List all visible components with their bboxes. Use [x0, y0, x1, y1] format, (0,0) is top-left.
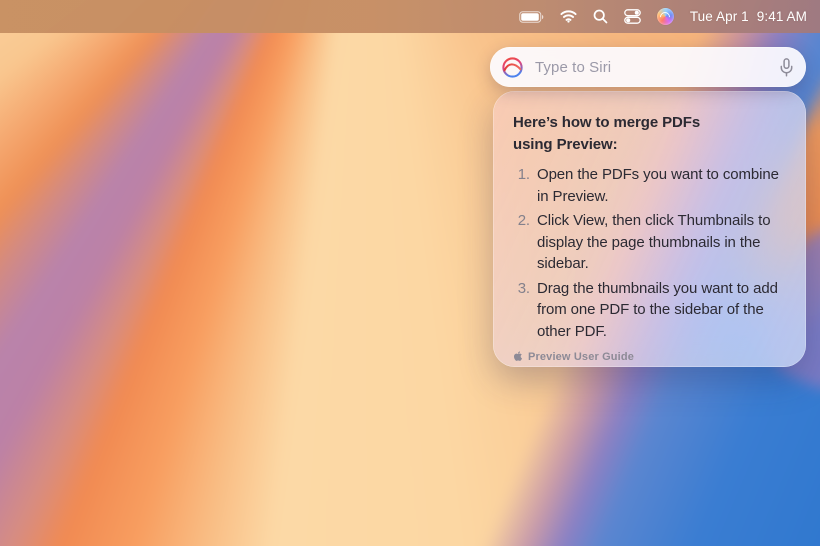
step-text: Click View, then click Thumbnails to dis… — [537, 210, 788, 275]
siri-response-panel: Here’s how to merge PDFs using Preview: … — [493, 91, 806, 367]
source-label: Preview User Guide — [528, 351, 634, 363]
wifi-icon[interactable] — [560, 0, 577, 33]
desktop: Tue Apr 1 9:41 AM — [0, 0, 820, 546]
menu-bar-time: 9:41 AM — [757, 9, 807, 24]
menu-bar: Tue Apr 1 9:41 AM — [0, 0, 820, 33]
step-item: 1. Open the PDFs you want to combine in … — [513, 164, 788, 207]
menu-bar-date: Tue Apr 1 — [690, 9, 749, 24]
menu-bar-clock[interactable]: Tue Apr 1 9:41 AM — [690, 9, 807, 24]
step-text: Open the PDFs you want to combine in Pre… — [537, 164, 788, 207]
microphone-icon[interactable] — [779, 58, 794, 77]
battery-icon[interactable] — [519, 0, 544, 33]
spotlight-search-icon[interactable] — [593, 0, 608, 33]
siri-text-field[interactable] — [533, 58, 770, 77]
siri-icon — [501, 56, 524, 79]
panel-heading: Here’s how to merge PDFs using Preview: — [513, 112, 735, 155]
control-center-icon[interactable] — [624, 0, 641, 33]
step-number: 3. — [513, 278, 530, 343]
step-number: 1. — [513, 164, 530, 207]
step-number: 2. — [513, 210, 530, 275]
siri-input-bar[interactable] — [490, 47, 806, 87]
siri-icon[interactable] — [657, 0, 674, 33]
apple-logo-icon — [513, 351, 523, 363]
step-item: 2. Click View, then click Thumbnails to … — [513, 210, 788, 275]
steps-list: 1. Open the PDFs you want to combine in … — [513, 164, 788, 342]
source-link[interactable]: Preview User Guide — [513, 351, 788, 363]
step-item: 3. Drag the thumbnails you want to add f… — [513, 278, 788, 343]
step-text: Drag the thumbnails you want to add from… — [537, 278, 788, 343]
